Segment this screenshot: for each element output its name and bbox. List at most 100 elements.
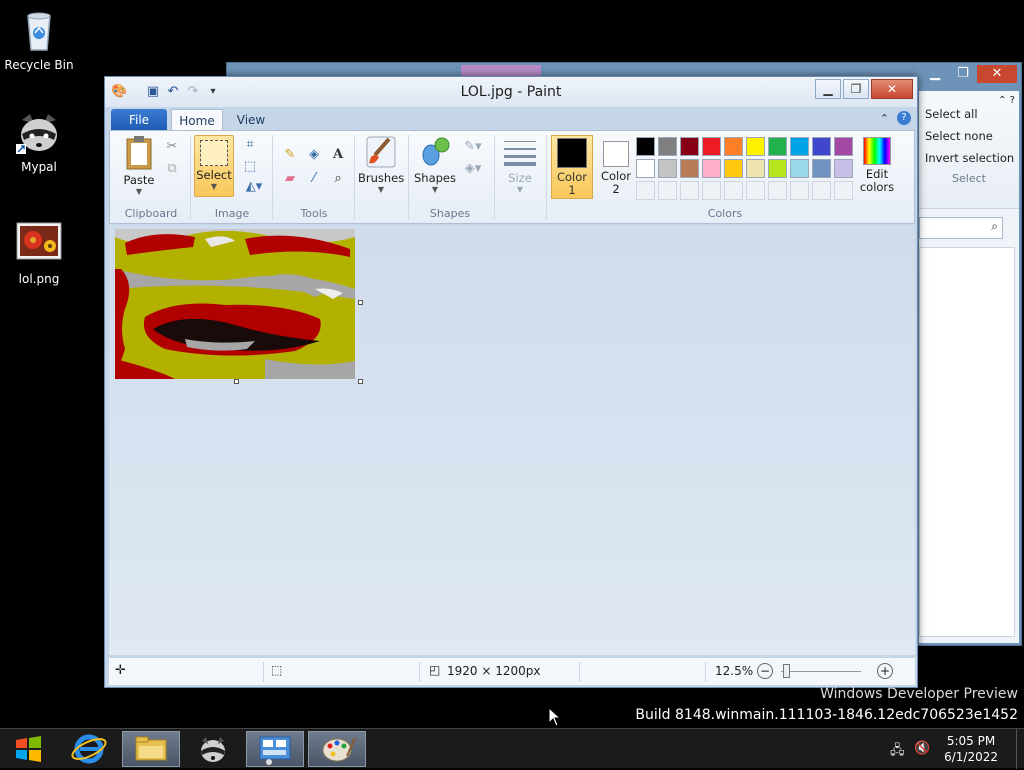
palette-swatch[interactable] <box>834 137 853 156</box>
start-button[interactable] <box>0 731 58 767</box>
palette-swatch[interactable] <box>812 137 831 156</box>
select-dropdown-icon: ▼ <box>210 182 218 191</box>
palette-swatch[interactable] <box>746 159 765 178</box>
palette-swatch[interactable] <box>702 159 721 178</box>
file-explorer-icon[interactable] <box>122 731 180 767</box>
resize-handle-right[interactable] <box>358 300 363 305</box>
palette-swatch[interactable] <box>724 137 743 156</box>
paste-dropdown-icon: ▼ <box>135 187 143 196</box>
zoom-slider-thumb[interactable] <box>783 664 790 678</box>
volume-muted-icon[interactable]: 🔇 <box>914 741 930 756</box>
select-button[interactable]: Select ▼ <box>194 135 234 197</box>
rotate-icon[interactable]: ◭▾ <box>242 177 266 197</box>
tab-file[interactable]: File <box>111 109 167 131</box>
eraser-icon[interactable]: ▰ <box>280 169 300 189</box>
tab-view[interactable]: View <box>229 109 273 131</box>
palette-swatch[interactable] <box>680 137 699 156</box>
palette-swatch[interactable] <box>680 159 699 178</box>
palette-swatch[interactable] <box>724 159 743 178</box>
control-panel-icon[interactable] <box>246 731 304 767</box>
mypal-taskbar-icon[interactable] <box>184 731 242 767</box>
zoom-out-icon[interactable]: − <box>757 663 773 679</box>
resize-handle-corner[interactable] <box>358 379 363 384</box>
custom-color-slot[interactable] <box>680 181 699 200</box>
shapes-button[interactable]: Shapes ▼ <box>412 135 458 194</box>
copy-icon[interactable]: ⧉ <box>162 159 182 179</box>
separator <box>190 135 191 219</box>
size-label: Size <box>508 171 532 185</box>
outline-icon[interactable]: ✎▾ <box>460 137 486 157</box>
custom-color-slot[interactable] <box>658 181 677 200</box>
custom-color-slot[interactable] <box>790 181 809 200</box>
maximize-icon[interactable]: ❐ <box>949 65 977 83</box>
palette-swatch[interactable] <box>768 159 787 178</box>
separator <box>579 662 580 682</box>
zoom-in-icon[interactable]: + <box>877 663 893 679</box>
search-input[interactable]: ⌕ <box>919 217 1003 239</box>
canvas-image[interactable] <box>115 229 355 379</box>
minimize-icon[interactable]: ▁ <box>921 65 949 83</box>
recycle-bin-icon[interactable]: Recycle Bin <box>0 8 78 72</box>
paint-window[interactable]: 🎨 ▣ ↶ ↷ ▾ LOL.jpg - Paint ▁ ❐ ✕ File Hom… <box>104 76 918 688</box>
maximize-icon[interactable]: ❐ <box>843 79 869 99</box>
pencil-icon[interactable]: ✎ <box>280 145 300 165</box>
palette-swatch[interactable] <box>658 159 677 178</box>
cut-icon[interactable]: ✂ <box>162 137 182 157</box>
palette-swatch[interactable] <box>636 137 655 156</box>
canvas-area[interactable] <box>109 225 915 655</box>
brushes-button[interactable]: Brushes ▼ <box>358 135 404 194</box>
recycle-bin-icon-image <box>16 8 62 54</box>
palette-swatch[interactable] <box>812 159 831 178</box>
select-label: Select <box>196 168 232 182</box>
close-icon[interactable]: ✕ <box>871 79 913 99</box>
color1-button[interactable]: Color 1 <box>551 135 593 199</box>
crop-icon[interactable]: ⌗ <box>240 135 260 155</box>
resize-icon[interactable]: ⬚ <box>240 157 260 177</box>
text-tool-icon[interactable]: A <box>328 145 348 165</box>
zoom-slider-track[interactable] <box>781 671 861 672</box>
select-none-item[interactable]: Select none <box>919 125 1019 147</box>
edit-colors-button[interactable]: Edit colors <box>856 135 898 193</box>
custom-color-slot[interactable] <box>746 181 765 200</box>
network-icon[interactable]: 🖧 <box>890 741 905 763</box>
ribbon-controls-icon[interactable]: ⌃ ? <box>998 95 1015 107</box>
mypal-shortcut[interactable]: Mypal <box>0 110 78 174</box>
palette-swatch[interactable] <box>790 137 809 156</box>
invert-selection-item[interactable]: Invert selection <box>919 147 1019 169</box>
custom-color-slot[interactable] <box>812 181 831 200</box>
custom-color-slot[interactable] <box>702 181 721 200</box>
palette-swatch[interactable] <box>790 159 809 178</box>
custom-color-slot[interactable] <box>636 181 655 200</box>
palette-swatch[interactable] <box>702 137 721 156</box>
custom-color-slot[interactable] <box>724 181 743 200</box>
SR-panel: ⌃ ? Select all Select none Invert select… <box>919 91 1019 643</box>
internet-explorer-icon[interactable] <box>60 731 118 767</box>
palette-swatch[interactable] <box>658 137 677 156</box>
close-icon[interactable]: ✕ <box>977 65 1017 83</box>
fill-shape-icon[interactable]: ◈▾ <box>460 159 486 179</box>
clock[interactable]: 5:05 PM 6/1/2022 <box>944 733 998 765</box>
collapse-ribbon-icon[interactable]: ⌃ <box>880 112 889 125</box>
tab-home[interactable]: Home <box>171 109 223 131</box>
magnifier-icon[interactable]: ⌕ <box>328 169 348 189</box>
palette-swatch[interactable] <box>636 159 655 178</box>
size-button[interactable]: Size ▼ <box>500 135 540 194</box>
minimize-icon[interactable]: ▁ <box>815 79 841 99</box>
help-icon[interactable]: ? <box>897 111 911 125</box>
show-desktop-button[interactable] <box>1016 729 1024 769</box>
custom-color-slot[interactable] <box>768 181 787 200</box>
palette-swatch[interactable] <box>746 137 765 156</box>
palette-swatch[interactable] <box>834 159 853 178</box>
paint-title-bar[interactable]: 🎨 ▣ ↶ ↷ ▾ LOL.jpg - Paint ▁ ❐ ✕ <box>105 77 917 107</box>
color2-button[interactable]: Color 2 <box>596 135 636 195</box>
search-icon[interactable]: ⌕ <box>991 219 998 234</box>
paste-button[interactable]: Paste ▼ <box>116 135 162 196</box>
lol-png-file[interactable]: lol.png <box>0 222 78 286</box>
file-list-area[interactable] <box>919 247 1015 637</box>
color-picker-icon[interactable]: ⁄ <box>304 169 324 189</box>
custom-color-slot[interactable] <box>834 181 853 200</box>
paint-taskbar-icon[interactable] <box>308 731 366 767</box>
palette-swatch[interactable] <box>768 137 787 156</box>
fill-icon[interactable]: ◈ <box>304 145 324 165</box>
resize-handle-bottom[interactable] <box>234 379 239 384</box>
